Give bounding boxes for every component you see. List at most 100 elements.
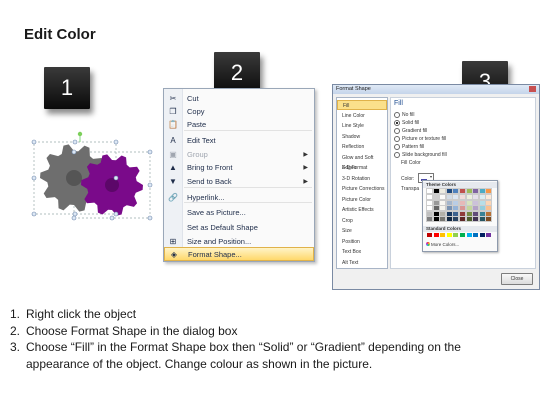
color-swatch[interactable]: [485, 216, 493, 222]
menu-item-send-to-back[interactable]: ▼ Send to Back ▶: [164, 174, 314, 188]
color-swatch[interactable]: [432, 199, 440, 206]
color-swatch[interactable]: [459, 205, 466, 211]
color-swatch[interactable]: [426, 199, 433, 206]
color-swatch[interactable]: [445, 199, 453, 206]
resize-handle[interactable]: [147, 182, 153, 188]
resize-handle[interactable]: [147, 149, 153, 155]
standard-color-swatch[interactable]: [466, 233, 472, 237]
radio-button[interactable]: [394, 111, 400, 118]
color-swatch[interactable]: [472, 199, 480, 206]
color-swatch[interactable]: [478, 199, 486, 206]
standard-color-swatch[interactable]: [473, 233, 479, 237]
radio-button[interactable]: [394, 151, 400, 158]
category-line-color[interactable]: Line Color: [337, 111, 387, 121]
standard-color-swatch[interactable]: [427, 233, 432, 237]
color-swatch[interactable]: [452, 205, 460, 211]
color-swatch[interactable]: [432, 194, 440, 200]
resize-handle[interactable]: [113, 139, 119, 145]
color-swatch[interactable]: [426, 205, 433, 211]
menu-item-bring-to-front[interactable]: ▲ Bring to Front ▶: [164, 160, 314, 174]
category-3-d-format[interactable]: 3-D Format: [337, 163, 387, 173]
resize-handle[interactable]: [31, 175, 37, 181]
category-glow-and-soft-edges[interactable]: Glow and Soft Edges: [337, 153, 387, 171]
category-crop[interactable]: Crop: [337, 216, 387, 226]
menu-item-cut[interactable]: ✂ Cut: [164, 91, 314, 105]
category-fill[interactable]: Fill: [337, 100, 387, 110]
menu-item-hyperlink[interactable]: 🔗 Hyperlink...: [164, 190, 314, 204]
resize-handle[interactable]: [31, 211, 37, 217]
color-swatch[interactable]: [478, 210, 486, 217]
color-swatch[interactable]: [485, 205, 493, 211]
color-swatch[interactable]: [445, 188, 453, 194]
color-swatch[interactable]: [485, 199, 493, 206]
color-swatch[interactable]: [445, 216, 453, 222]
close-icon[interactable]: [529, 86, 536, 92]
color-swatch[interactable]: [459, 194, 466, 200]
radio-button[interactable]: [394, 135, 400, 142]
more-colors-option[interactable]: More Colors...: [431, 242, 459, 247]
radio-button[interactable]: [394, 127, 400, 134]
category-artistic-effects[interactable]: Artistic Effects: [337, 205, 387, 215]
color-swatch[interactable]: [426, 194, 433, 200]
color-swatch[interactable]: [432, 188, 440, 194]
resize-handle[interactable]: [71, 215, 77, 221]
standard-color-swatch[interactable]: [453, 233, 459, 237]
category-line-style[interactable]: Line Style: [337, 121, 387, 131]
menu-item-size-and-position[interactable]: ⊞ Size and Position...: [164, 234, 314, 248]
menu-item-group[interactable]: ▣ Group ▶: [164, 147, 314, 161]
resize-handle[interactable]: [147, 215, 153, 221]
standard-color-swatch[interactable]: [446, 233, 452, 237]
color-swatch[interactable]: [452, 194, 460, 200]
color-swatch[interactable]: [465, 188, 473, 194]
resize-handle[interactable]: [72, 211, 78, 217]
color-swatch[interactable]: [465, 216, 473, 222]
gears-shape-group[interactable]: [30, 126, 154, 222]
resize-handle[interactable]: [71, 149, 77, 155]
fill-option-pattern-fill[interactable]: Pattern fill: [394, 143, 424, 150]
color-swatch[interactable]: [432, 205, 440, 211]
color-swatch[interactable]: [452, 199, 460, 206]
resize-handle[interactable]: [72, 139, 78, 145]
menu-item-edit-text[interactable]: A Edit Text: [164, 133, 314, 147]
category-picture-color[interactable]: Picture Color: [337, 195, 387, 205]
color-swatch[interactable]: [452, 210, 460, 217]
radio-button[interactable]: [394, 143, 400, 150]
color-swatch[interactable]: [439, 199, 447, 206]
color-swatch[interactable]: [465, 205, 473, 211]
standard-color-swatch[interactable]: [479, 233, 485, 237]
standard-color-swatch[interactable]: [433, 233, 439, 237]
radio-button[interactable]: [394, 119, 400, 126]
category-shadow[interactable]: Shadow: [337, 132, 387, 142]
color-swatch[interactable]: [465, 194, 473, 200]
color-swatch[interactable]: [445, 205, 453, 211]
color-swatch[interactable]: [452, 188, 460, 194]
color-swatch[interactable]: [439, 216, 447, 222]
color-swatch[interactable]: [459, 210, 466, 217]
color-swatch[interactable]: [478, 205, 486, 211]
color-swatch[interactable]: [485, 188, 493, 194]
color-swatch[interactable]: [459, 216, 466, 222]
resize-handle[interactable]: [109, 215, 115, 221]
resize-handle[interactable]: [113, 175, 119, 181]
menu-item-paste[interactable]: 📋 Paste: [164, 117, 314, 131]
fill-option-no-fill[interactable]: No fill: [394, 111, 415, 118]
menu-item-save-as-picture[interactable]: Save as Picture...: [164, 205, 314, 219]
color-swatch[interactable]: [426, 188, 433, 194]
color-swatch[interactable]: [432, 216, 440, 222]
fill-option-solid-fill[interactable]: Solid fill: [394, 119, 419, 126]
color-swatch[interactable]: [478, 216, 486, 222]
color-swatch[interactable]: [472, 216, 480, 222]
color-swatch[interactable]: [432, 210, 440, 217]
close-button[interactable]: Close: [501, 273, 533, 285]
standard-color-swatch[interactable]: [460, 233, 465, 237]
category-position[interactable]: Position: [337, 237, 387, 247]
menu-item-set-as-default-shape[interactable]: Set as Default Shape: [164, 220, 314, 234]
category-alt-text[interactable]: Alt Text: [337, 258, 387, 268]
category-size[interactable]: Size: [337, 226, 387, 236]
color-swatch[interactable]: [485, 210, 493, 217]
color-swatch[interactable]: [439, 188, 447, 194]
resize-handle[interactable]: [113, 211, 119, 217]
fill-option-gradient-fill[interactable]: Gradient fill: [394, 127, 427, 134]
color-swatch[interactable]: [445, 210, 453, 217]
color-swatch[interactable]: [439, 205, 447, 211]
